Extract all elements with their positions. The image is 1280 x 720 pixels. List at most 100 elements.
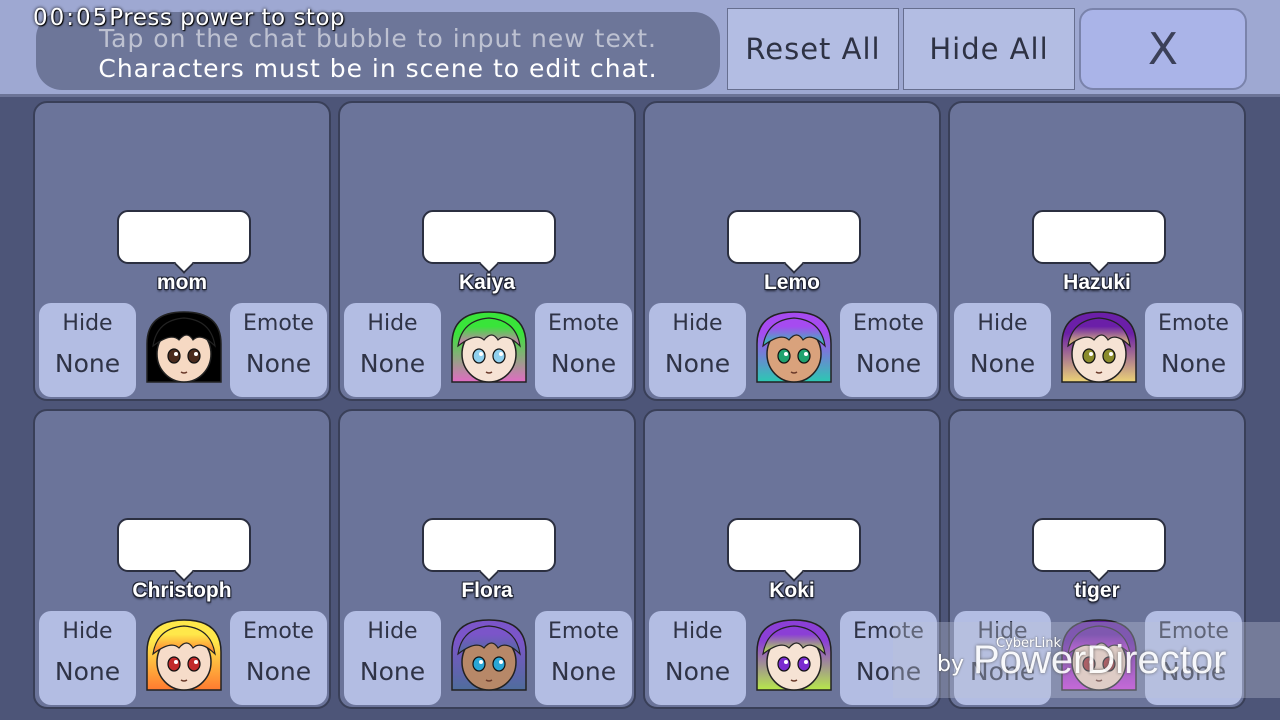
character-avatar (451, 311, 527, 383)
left-eye (167, 656, 181, 672)
character-card: Koki Hide None Emote None (643, 409, 941, 709)
emote-label: Emote (853, 311, 924, 336)
hide-label: Hide (977, 619, 1028, 644)
emote-button[interactable]: Emote None (535, 303, 632, 397)
right-eye (797, 348, 811, 364)
emote-label: Emote (1158, 311, 1229, 336)
hide-button[interactable]: Hide None (954, 611, 1051, 705)
hide-button[interactable]: Hide None (344, 303, 441, 397)
right-eye-highlight (804, 660, 808, 664)
emote-button[interactable]: Emote None (230, 611, 327, 705)
character-card: Flora Hide None Emote None (338, 409, 636, 709)
character-avatar (146, 619, 222, 691)
hide-all-button[interactable]: Hide All (903, 8, 1075, 90)
emote-button[interactable]: Emote None (535, 611, 632, 705)
chat-bubble[interactable] (422, 210, 556, 264)
emote-button[interactable]: Emote None (1145, 303, 1242, 397)
hide-label: Hide (367, 311, 418, 336)
character-avatar (1061, 619, 1137, 691)
emote-button[interactable]: Emote None (840, 303, 937, 397)
hide-label: Hide (367, 619, 418, 644)
hide-button[interactable]: Hide None (344, 611, 441, 705)
left-eye-highlight (479, 352, 483, 356)
instruction-line-2: Characters must be in scene to edit chat… (98, 54, 658, 83)
right-eye-highlight (194, 660, 198, 664)
hide-value: None (664, 657, 731, 686)
top-bar-divider (0, 94, 1280, 97)
left-eye-highlight (174, 660, 178, 664)
right-eye (1102, 656, 1116, 672)
hide-value: None (54, 657, 121, 686)
character-card: Lemo Hide None Emote None (643, 101, 941, 401)
left-eye-highlight (784, 352, 788, 356)
chat-bubble[interactable] (727, 518, 861, 572)
left-eye (472, 656, 486, 672)
emote-value: None (550, 657, 617, 686)
right-eye (797, 656, 811, 672)
hide-label: Hide (62, 311, 113, 336)
hide-value: None (359, 349, 426, 378)
reset-all-button[interactable]: Reset All (727, 8, 899, 90)
left-eye (167, 348, 181, 364)
character-card: Kaiya Hide None Emote None (338, 101, 636, 401)
left-eye (1082, 656, 1096, 672)
character-card: tiger Hide None Emote None (948, 409, 1246, 709)
hide-button[interactable]: Hide None (954, 303, 1051, 397)
emote-label: Emote (243, 311, 314, 336)
right-eye (187, 656, 201, 672)
hide-value: None (54, 349, 121, 378)
right-eye (492, 656, 506, 672)
hide-label: Hide (977, 311, 1028, 336)
right-eye-highlight (499, 660, 503, 664)
chat-bubble[interactable] (422, 518, 556, 572)
character-card: Hazuki Hide None Emote None (948, 101, 1246, 401)
character-name: Kaiya (458, 271, 516, 294)
emote-label: Emote (1158, 619, 1229, 644)
character-card: Christoph Hide None Emote None (33, 409, 331, 709)
recording-overlay: 00:05Press power to stop (33, 5, 345, 31)
left-eye (777, 348, 791, 364)
chat-bubble[interactable] (117, 518, 251, 572)
recording-timer: 00:05 (33, 5, 110, 31)
character-name: Koki (769, 579, 815, 602)
character-name: Flora (461, 579, 513, 602)
emote-value: None (1160, 349, 1227, 378)
close-button[interactable]: X (1079, 8, 1247, 90)
character-name: Lemo (763, 271, 820, 294)
character-name: tiger (1074, 579, 1120, 602)
right-eye (492, 348, 506, 364)
hide-value: None (969, 349, 1036, 378)
emote-label: Emote (548, 619, 619, 644)
emote-button[interactable]: Emote None (840, 611, 937, 705)
hide-button[interactable]: Hide None (649, 611, 746, 705)
emote-button[interactable]: Emote None (1145, 611, 1242, 705)
emote-value: None (1160, 657, 1227, 686)
emote-value: None (550, 349, 617, 378)
emote-label: Emote (548, 311, 619, 336)
right-eye-highlight (499, 352, 503, 356)
character-name: Christoph (132, 579, 232, 602)
right-eye-highlight (194, 352, 198, 356)
hide-value: None (664, 349, 731, 378)
hide-label: Hide (672, 619, 723, 644)
character-avatar (451, 619, 527, 691)
recording-message: Press power to stop (109, 5, 346, 31)
hide-button[interactable]: Hide None (39, 611, 136, 705)
emote-label: Emote (243, 619, 314, 644)
right-eye-highlight (804, 352, 808, 356)
right-eye-highlight (1109, 660, 1113, 664)
character-avatar (756, 311, 832, 383)
chat-bubble[interactable] (727, 210, 861, 264)
character-avatar (146, 311, 222, 383)
chat-bubble[interactable] (1032, 518, 1166, 572)
emote-value: None (855, 349, 922, 378)
character-avatar (1061, 311, 1137, 383)
hide-button[interactable]: Hide None (649, 303, 746, 397)
emote-button[interactable]: Emote None (230, 303, 327, 397)
emote-value: None (855, 657, 922, 686)
right-eye (1102, 348, 1116, 364)
emote-label: Emote (853, 619, 924, 644)
chat-bubble[interactable] (1032, 210, 1166, 264)
chat-bubble[interactable] (117, 210, 251, 264)
hide-button[interactable]: Hide None (39, 303, 136, 397)
